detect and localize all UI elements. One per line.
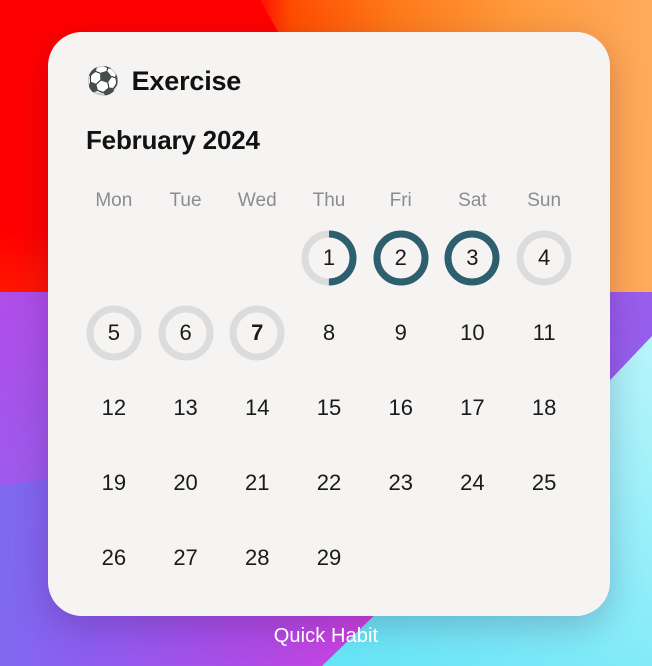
- calendar-day-29[interactable]: 29: [293, 520, 365, 595]
- calendar-day-5[interactable]: 5: [78, 295, 150, 370]
- day-number: 15: [316, 394, 342, 420]
- calendar-day-3[interactable]: 3: [437, 220, 509, 295]
- weekday-header-wed: Wed: [237, 190, 277, 211]
- day-number: 14: [245, 394, 270, 420]
- calendar-day-1[interactable]: 1: [293, 220, 365, 295]
- weekday-header-thu: Thu: [312, 190, 346, 211]
- day-number: 20: [173, 469, 198, 495]
- calendar-day-19[interactable]: 19: [78, 445, 150, 520]
- day-number: 22: [316, 469, 342, 495]
- calendar-day-7[interactable]: 7: [221, 295, 293, 370]
- day-number: 19: [101, 469, 127, 495]
- calendar-day-8[interactable]: 8: [293, 295, 365, 370]
- day-number: 12: [101, 394, 127, 420]
- month-label: February 2024: [86, 125, 260, 155]
- soccer-ball-icon: ⚽: [86, 66, 120, 96]
- day-number: 5: [107, 319, 120, 345]
- day-number: 29: [316, 544, 342, 570]
- weekday-header-sun: Sun: [527, 190, 562, 211]
- day-number: 7: [251, 319, 264, 345]
- calendar-day-23[interactable]: 23: [365, 445, 437, 520]
- day-number: 21: [245, 469, 270, 495]
- calendar-day-17[interactable]: 17: [437, 370, 509, 445]
- calendar-day-14[interactable]: 14: [221, 370, 293, 445]
- day-number: 11: [532, 319, 556, 345]
- calendar-day-20[interactable]: 20: [150, 445, 222, 520]
- calendar-day-16[interactable]: 16: [365, 370, 437, 445]
- calendar-day-21[interactable]: 21: [221, 445, 293, 520]
- day-number: 16: [388, 394, 413, 420]
- calendar-day-28[interactable]: 28: [221, 520, 293, 595]
- calendar-day-18[interactable]: 18: [508, 370, 580, 445]
- calendar-day-27[interactable]: 27: [150, 520, 222, 595]
- calendar-day-6[interactable]: 6: [150, 295, 222, 370]
- day-number: 2: [394, 244, 407, 270]
- calendar-day-11[interactable]: 11: [508, 295, 580, 370]
- calendar-day-2[interactable]: 2: [365, 220, 437, 295]
- day-number: 25: [531, 469, 557, 495]
- day-number: 17: [460, 394, 485, 420]
- app-name-footer: Quick Habit: [273, 625, 379, 647]
- habit-name: Exercise: [131, 66, 242, 96]
- day-number: 3: [466, 244, 479, 270]
- weekday-header-mon: Mon: [95, 190, 133, 211]
- day-number: 10: [460, 319, 485, 345]
- habit-calendar-card: ⚽ Exercise February 2024 Mon Tue Wed Thu Fri…: [48, 32, 610, 616]
- calendar-day-15[interactable]: 15: [293, 370, 365, 445]
- day-number: 27: [173, 544, 198, 570]
- calendar-grid: Mon Tue Wed Thu Fri Sat Sun 1 2 3 4 5 6 7 8 9 10 11 12 13 14…: [78, 182, 580, 595]
- calendar-day-25[interactable]: 25: [508, 445, 580, 520]
- day-number: 28: [245, 544, 270, 570]
- day-number: 13: [173, 394, 198, 420]
- day-number: 23: [388, 469, 413, 495]
- weekday-header-tue: Tue: [169, 190, 202, 211]
- day-number: 6: [179, 319, 192, 345]
- habit-header: ⚽ Exercise: [86, 66, 580, 97]
- day-number: 18: [531, 394, 557, 420]
- calendar-day-10[interactable]: 10: [437, 295, 509, 370]
- calendar-day-13[interactable]: 13: [150, 370, 222, 445]
- calendar-day-22[interactable]: 22: [293, 445, 365, 520]
- weekday-header-fri: Fri: [389, 190, 412, 211]
- weekday-header-sat: Sat: [458, 190, 487, 211]
- calendar-day-4[interactable]: 4: [508, 220, 580, 295]
- calendar-day-12[interactable]: 12: [78, 370, 150, 445]
- calendar-day-26[interactable]: 26: [78, 520, 150, 595]
- calendar-day-9[interactable]: 9: [365, 295, 437, 370]
- day-number: 26: [101, 544, 127, 570]
- calendar-day-24[interactable]: 24: [437, 445, 509, 520]
- day-number: 24: [460, 469, 485, 495]
- day-number: 4: [538, 244, 551, 270]
- day-number: 1: [322, 244, 336, 270]
- day-number: 9: [394, 319, 407, 345]
- day-number: 8: [322, 319, 336, 345]
